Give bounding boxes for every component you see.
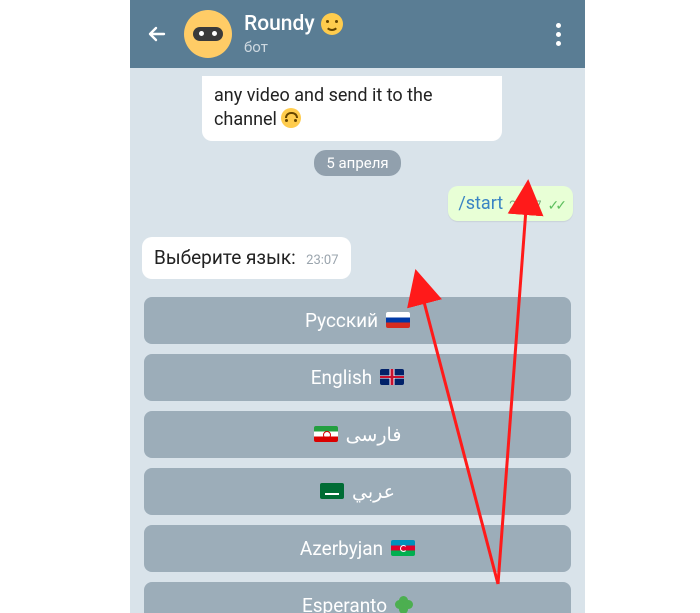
flag-sa-icon [320, 483, 344, 499]
clover-icon [395, 596, 413, 613]
message-text: Выберите язык: [154, 246, 296, 269]
outgoing-message[interactable]: /start 23:07 ✓✓ [448, 186, 573, 221]
keyboard-button-russian[interactable]: Русский [144, 297, 571, 344]
chat-header: Roundy бот [130, 0, 585, 68]
command-text: /start [458, 193, 503, 214]
upside-down-emoji-icon [281, 108, 301, 128]
keyboard-button-azerbyjan[interactable]: Azerbyjan [144, 525, 571, 572]
flag-gb-icon [380, 369, 404, 385]
incoming-message[interactable]: any video and send it to the channel [202, 76, 502, 141]
flag-ru-icon [386, 312, 410, 328]
message-text: any video and send it to the channel [214, 85, 433, 130]
chat-subtitle: бот [244, 38, 545, 56]
chat-title: Roundy [244, 12, 315, 36]
keyboard-button-arabic[interactable]: عربي [144, 468, 571, 515]
chat-screen: Roundy бот any video and send it to the … [130, 0, 585, 613]
flag-az-icon [391, 540, 415, 556]
keyboard-button-farsi[interactable]: فارسی [144, 411, 571, 458]
flag-ir-icon [314, 426, 338, 442]
button-label: عربي [352, 480, 395, 503]
read-checks-icon: ✓✓ [548, 198, 563, 214]
chat-title-area[interactable]: Roundy бот [244, 12, 545, 56]
keyboard-button-esperanto[interactable]: Esperanto [144, 582, 571, 613]
button-label: فارسی [346, 423, 402, 446]
reply-keyboard: Русский English فارسی عربي Azerbyjan Esp… [142, 297, 573, 613]
blush-emoji-icon [321, 13, 343, 35]
date-separator: 5 апреля [142, 153, 573, 172]
incoming-message[interactable]: Выберите язык: 23:07 [142, 237, 351, 279]
button-label: English [311, 366, 372, 389]
button-label: Русский [305, 309, 378, 332]
menu-icon[interactable] [545, 21, 571, 47]
button-label: Azerbyjan [300, 537, 383, 560]
back-icon[interactable] [144, 21, 170, 47]
message-time: 23:07 [306, 253, 338, 268]
bot-avatar[interactable] [184, 10, 232, 58]
chat-body: any video and send it to the channel 5 а… [130, 68, 585, 613]
message-time: 23:07 [509, 199, 541, 214]
button-label: Esperanto [302, 594, 387, 613]
keyboard-button-english[interactable]: English [144, 354, 571, 401]
